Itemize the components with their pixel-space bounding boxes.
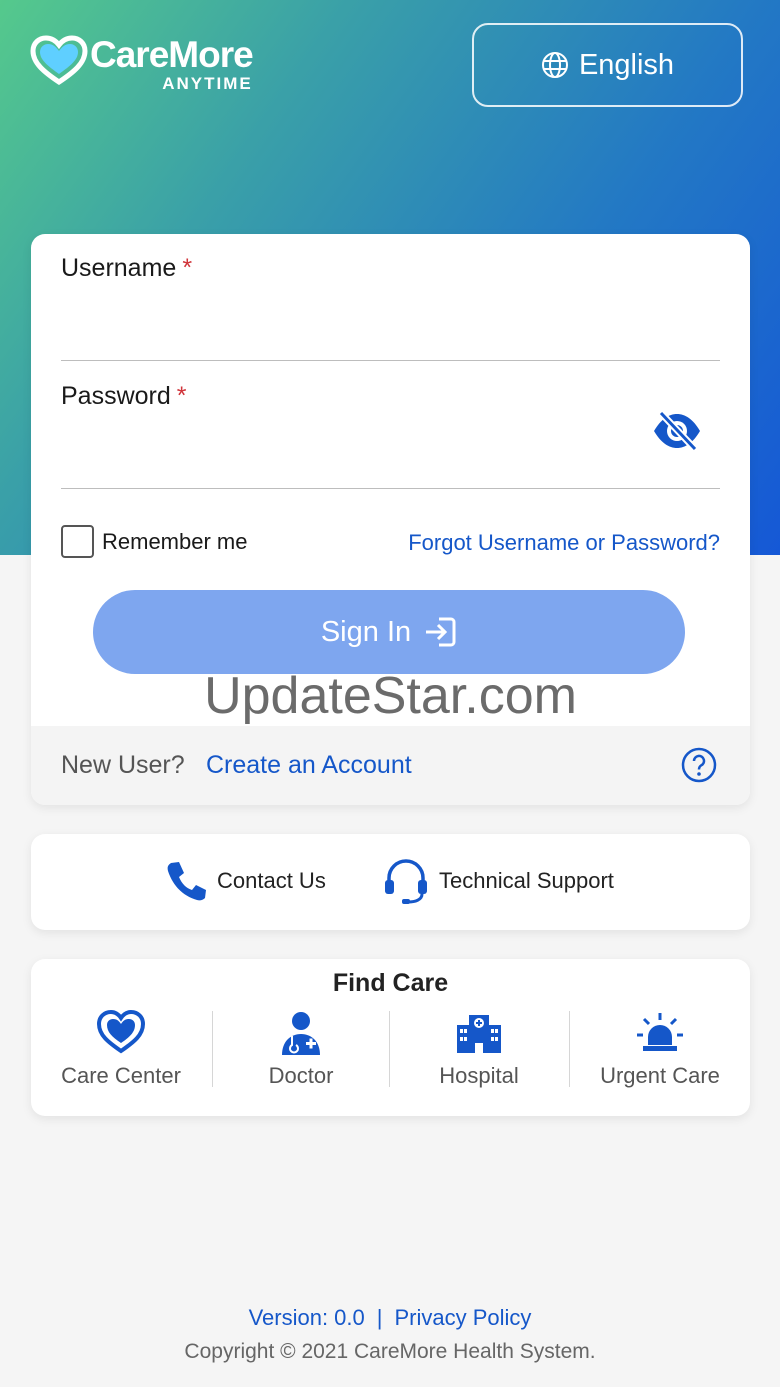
doctor-label: Doctor [268,1063,334,1088]
password-label: Password * [61,382,187,410]
brand-name: CareMore [90,34,254,75]
brand-logo: CareMore ANYTIME [30,34,254,93]
find-care-card: Find Care Care Center Doctor Hospital Ur… [31,959,750,1116]
heart-icon [96,1009,146,1054]
username-input[interactable] [61,310,661,350]
support-card: Contact Us Technical Support [31,834,750,930]
hospital-icon [457,1015,501,1053]
language-label: English [578,48,675,81]
language-button[interactable]: English [472,23,743,107]
find-urgent-care[interactable]: Urgent Care [570,1009,750,1089]
copyright: Copyright © 2021 CareMore Health System. [184,1340,596,1363]
password-input[interactable] [61,438,631,478]
footer-separator: | [376,1305,383,1330]
watermark: UpdateStar.com [204,667,577,725]
phone-icon [167,862,206,901]
care-center-label: Care Center [61,1063,181,1088]
contact-us-link[interactable]: Contact Us [165,859,326,903]
remember-label: Remember me [102,528,248,554]
hospital-label: Hospital [439,1063,519,1088]
technical-support-label: Technical Support [439,868,614,893]
find-care-center[interactable]: Care Center [31,1009,211,1089]
forgot-link[interactable]: Forgot Username or Password? [408,530,720,556]
contact-us-label: Contact Us [217,868,326,893]
technical-support-link[interactable]: Technical Support [381,856,614,906]
username-label: Username * [61,254,193,282]
find-doctor[interactable]: Doctor [211,1009,391,1089]
required-mark: * [176,382,187,410]
footer-links: Version: 0.0 | Privacy Policy [0,1305,780,1331]
privacy-policy-link[interactable]: Privacy Policy [394,1305,531,1330]
find-hospital[interactable]: Hospital [389,1009,569,1089]
new-user-bar: New User? Create an Account [31,726,750,805]
remember-checkbox[interactable] [61,525,94,558]
help-icon[interactable] [681,747,717,783]
version-link[interactable]: Version: 0.0 [249,1305,365,1330]
globe-icon [541,52,568,78]
password-underline [61,488,720,489]
eye-slash-icon[interactable] [651,409,703,453]
headset-icon [385,859,427,904]
new-user-question: New User? [61,751,185,779]
username-underline [61,360,720,361]
sign-in-button[interactable]: Sign In [93,590,685,674]
remember-me[interactable]: Remember me [61,525,247,558]
urgent-care-label: Urgent Care [600,1063,720,1088]
siren-icon [637,1013,683,1051]
find-care-title: Find Care [332,969,449,997]
sign-in-label: Sign In [320,615,412,648]
required-mark: * [182,254,193,282]
login-card: Username * Password * Remember me Forgot U… [31,234,750,805]
brand-sub: ANYTIME [162,74,253,93]
sign-in-icon [426,617,456,647]
doctor-icon [282,1012,320,1055]
create-account-link[interactable]: Create an Account [206,751,412,780]
heart-logo-icon [30,35,88,86]
